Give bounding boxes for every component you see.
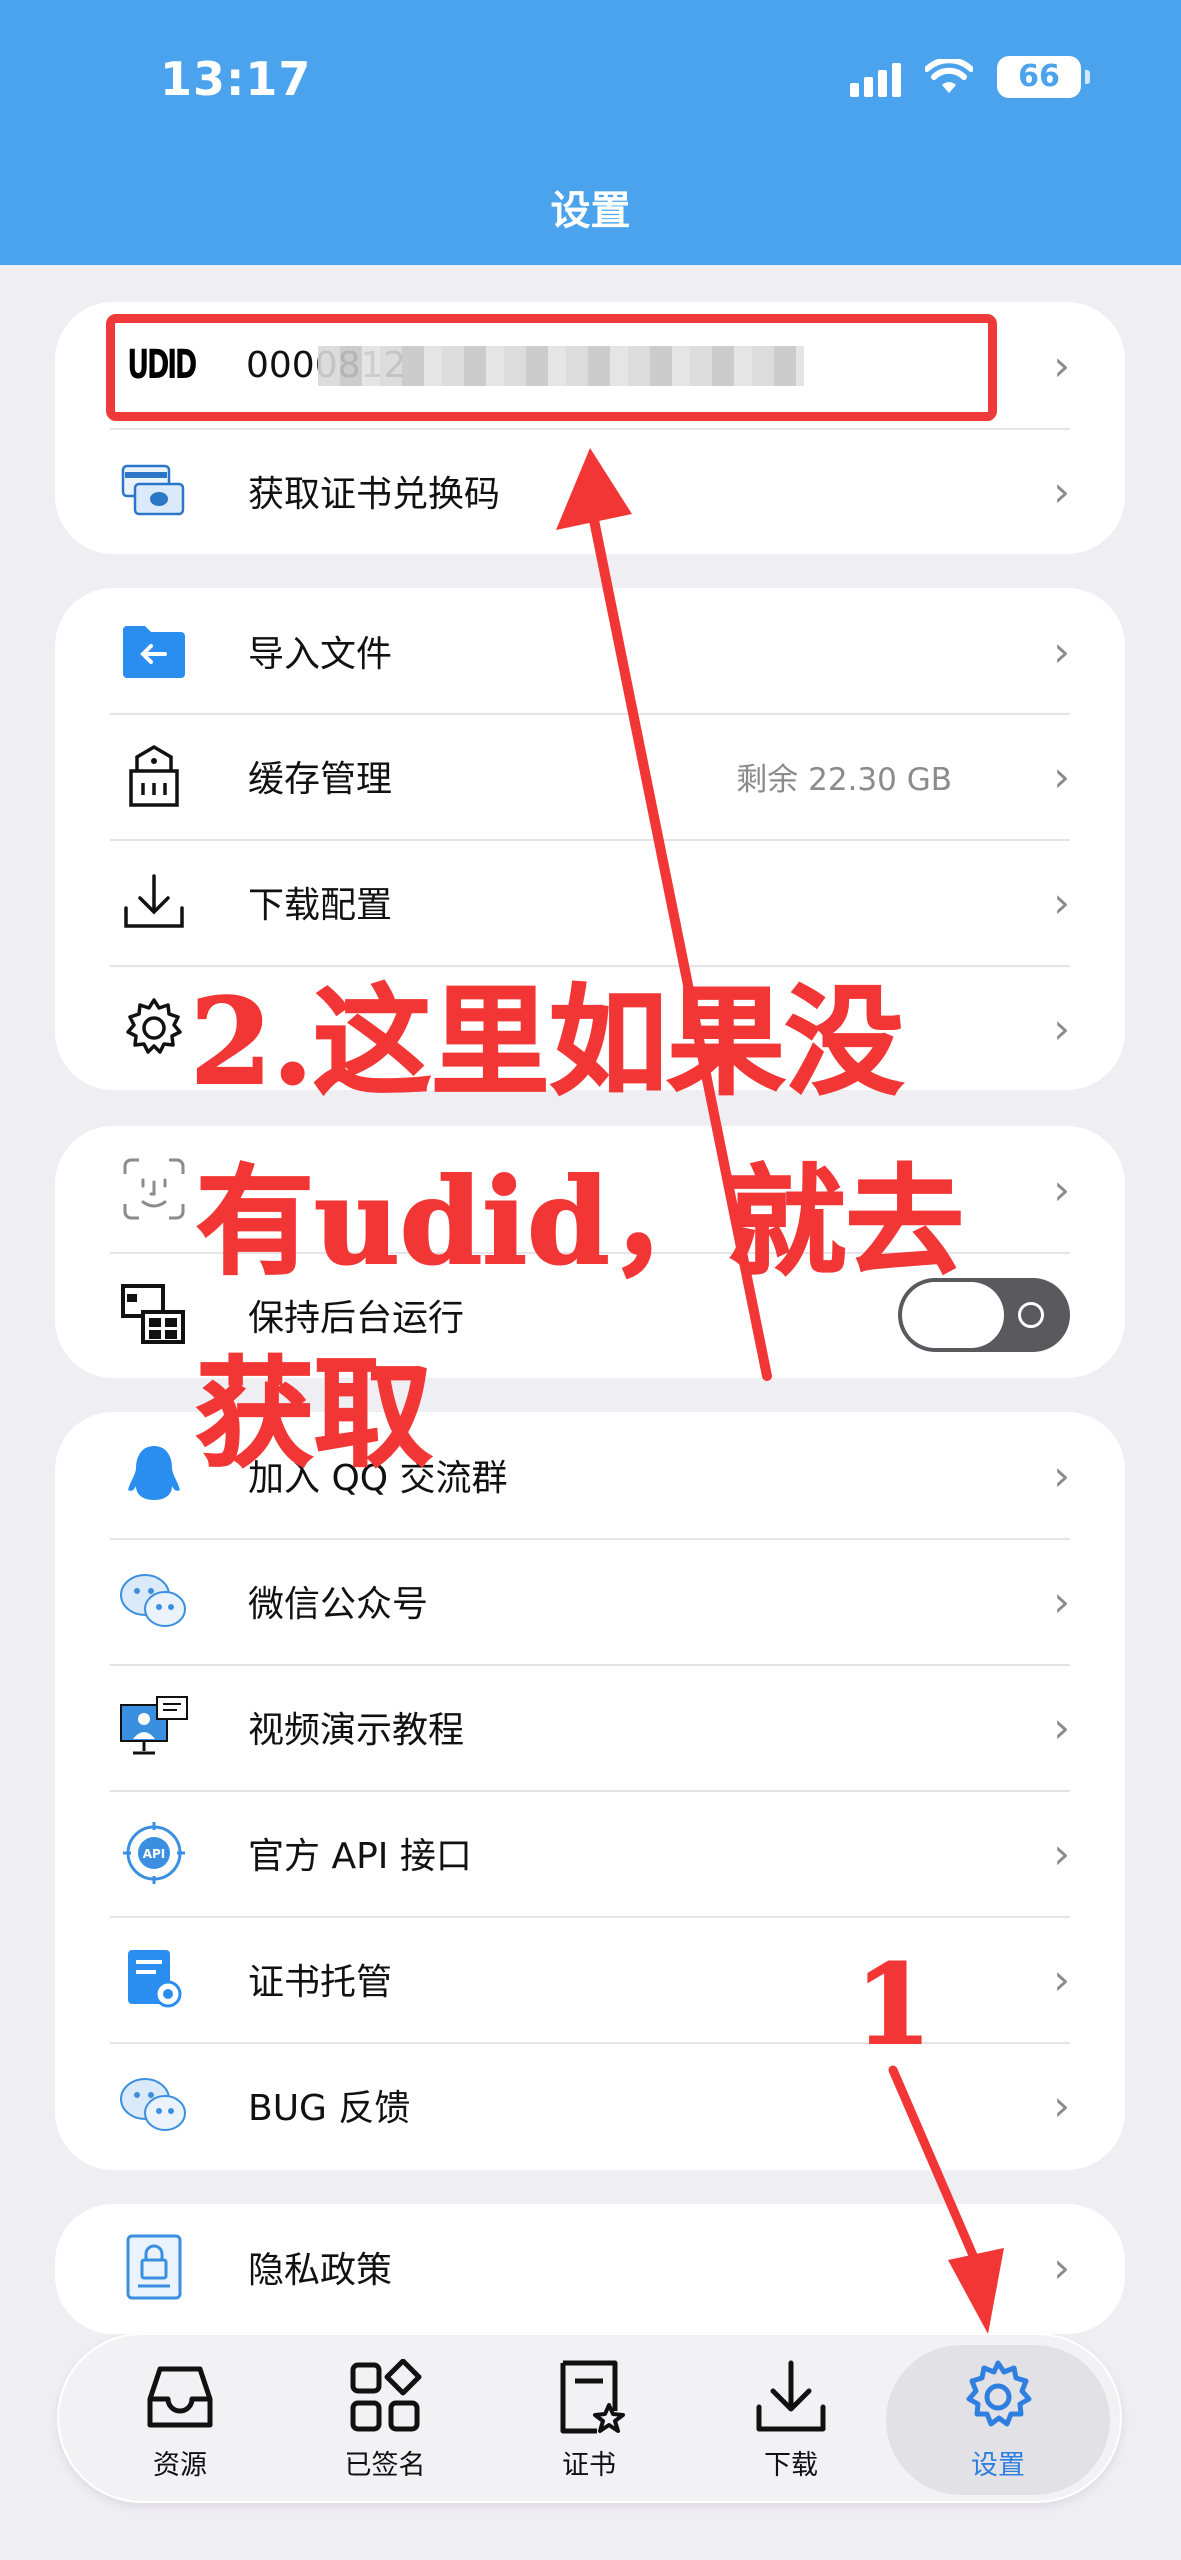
annotation-step2-line1: 2.这里如果没: [189, 971, 904, 1112]
wechat-official-label: 微信公众号: [248, 1584, 429, 1625]
tab-certificates-label: 证书: [562, 2449, 616, 2481]
tab-downloads[interactable]: 下载: [696, 2335, 886, 2505]
tab-certificates[interactable]: 证书: [494, 2335, 684, 2505]
storage-icon: [119, 741, 189, 811]
tab-settings[interactable]: 设置: [886, 2345, 1110, 2495]
battery-indicator: 66: [997, 56, 1090, 98]
apps-grid-icon: [350, 2358, 422, 2431]
cache-remaining-value: 剩余 22.30 GB: [736, 761, 952, 798]
chevron-right-icon: ›: [1053, 1003, 1070, 1053]
api-icon: API: [119, 1818, 189, 1888]
video-presenter-icon: [119, 1692, 189, 1762]
header-bar: 13:17 66 设置: [0, 0, 1181, 265]
face-id-icon: [119, 1154, 189, 1224]
status-icons: 66: [850, 56, 1090, 98]
download-icon: [756, 2360, 826, 2431]
bug-feedback-row[interactable]: BUG 反馈 ›: [55, 2042, 1125, 2168]
status-time: 13:17: [160, 52, 312, 106]
inbox-icon: [147, 2366, 213, 2427]
import-file-label: 导入文件: [248, 634, 393, 675]
privacy-lock-icon: [119, 2232, 189, 2302]
gear-icon: [119, 993, 189, 1063]
download-tray-icon: [119, 867, 189, 937]
redeem-code-row[interactable]: 获取证书兑换码 ›: [55, 428, 1125, 554]
import-file-row[interactable]: 导入文件 ›: [55, 588, 1125, 714]
cert-hosting-row[interactable]: 证书托管 ›: [55, 1916, 1125, 2042]
page-title: 设置: [550, 188, 631, 234]
certificate-badge-icon: [119, 1944, 189, 2014]
chevron-right-icon: ›: [1053, 1702, 1070, 1752]
cellular-signal-icon: [850, 57, 901, 97]
chevron-right-icon: ›: [1053, 1450, 1070, 1500]
chevron-right-icon: ›: [1053, 340, 1070, 390]
chevron-right-icon: ›: [1053, 2080, 1070, 2130]
wifi-icon: [925, 59, 973, 93]
certificate-icon: [560, 2360, 625, 2433]
cash-card-icon: [119, 456, 189, 526]
chevron-right-icon: ›: [1053, 466, 1070, 516]
privacy-card: 隐私政策 ›: [55, 2204, 1125, 2334]
chevron-right-icon: ›: [1053, 1576, 1070, 1626]
toggle-off-indicator: [1018, 1302, 1044, 1328]
annotation-step2-line2: 有udid，就去: [195, 1151, 965, 1292]
chevron-right-icon: ›: [1053, 626, 1070, 676]
tab-resources-label: 资源: [153, 2449, 207, 2481]
video-tutorial-label: 视频演示教程: [248, 1710, 465, 1751]
tab-resources[interactable]: 资源: [85, 2335, 275, 2505]
chevron-right-icon: ›: [1053, 2242, 1070, 2292]
chat-bubbles-icon: [119, 2070, 189, 2140]
video-tutorial-row[interactable]: 视频演示教程 ›: [55, 1664, 1125, 1790]
tab-downloads-label: 下载: [764, 2449, 818, 2481]
redeem-code-label: 获取证书兑换码: [248, 474, 501, 515]
gear-icon: [966, 2360, 1032, 2426]
chevron-right-icon: ›: [1053, 1828, 1070, 1878]
privacy-policy-row[interactable]: 隐私政策 ›: [55, 2204, 1125, 2330]
chevron-right-icon: ›: [1053, 1164, 1070, 1214]
chevron-right-icon: ›: [1053, 751, 1070, 801]
wechat-icon: [119, 1566, 189, 1636]
community-card: 加入 QQ 交流群 › 微信公众号 › 视频演示教程 › API 官方 API …: [55, 1412, 1125, 2170]
chevron-right-icon: ›: [1053, 1954, 1070, 2004]
chevron-right-icon: ›: [1053, 877, 1070, 927]
official-api-row[interactable]: API 官方 API 接口 ›: [55, 1790, 1125, 1916]
annotation-step1: 1: [854, 1939, 933, 2070]
official-api-label: 官方 API 接口: [248, 1836, 472, 1877]
download-config-label: 下载配置: [248, 885, 393, 926]
cache-management-label: 缓存管理: [248, 759, 393, 800]
tab-signed[interactable]: 已签名: [290, 2335, 480, 2505]
tab-signed-label: 已签名: [344, 2449, 426, 2481]
cert-hosting-label: 证书托管: [248, 1962, 393, 2003]
folder-import-icon: [119, 616, 189, 686]
bottom-tab-bar: 资源 已签名 证书 下载 设置: [57, 2333, 1122, 2503]
privacy-policy-label: 隐私政策: [248, 2250, 393, 2291]
tab-settings-label: 设置: [971, 2449, 1025, 2481]
bug-feedback-label: BUG 反馈: [248, 2088, 411, 2129]
cache-management-row[interactable]: 缓存管理 剩余 22.30 GB ›: [55, 713, 1125, 839]
wechat-official-row[interactable]: 微信公众号 ›: [55, 1538, 1125, 1664]
svg-text:API: API: [143, 1847, 166, 1861]
annotation-step2-line3: 获取: [195, 1343, 433, 1484]
annotation-highlight-box: [106, 314, 997, 421]
qq-penguin-icon: [119, 1440, 189, 1510]
windows-stack-icon: [119, 1280, 189, 1350]
